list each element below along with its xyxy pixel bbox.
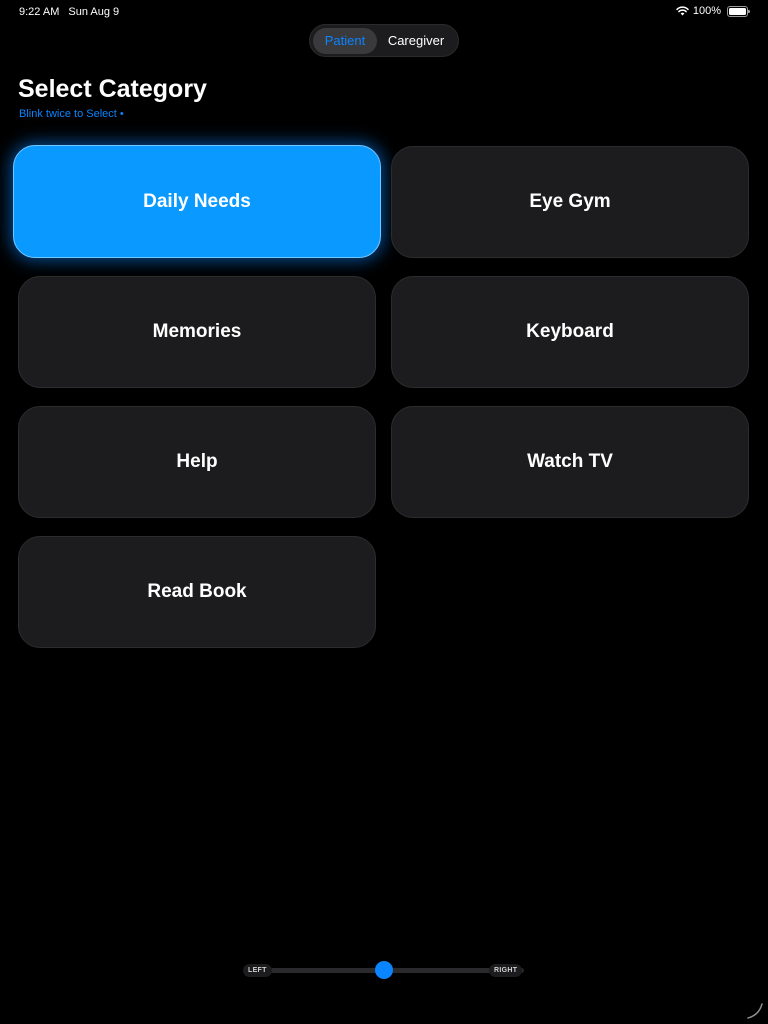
category-watch-tv[interactable]: Watch TV [391, 406, 749, 518]
category-memories[interactable]: Memories [18, 276, 376, 388]
battery-icon [727, 5, 750, 17]
mode-segmented-control: Patient Caregiver [309, 24, 459, 57]
wifi-icon [676, 6, 689, 16]
page-subtitle: Blink twice to Select • [19, 108, 124, 120]
segment-patient[interactable]: Patient [313, 27, 377, 54]
status-left: 9:22 AM Sun Aug 9 [19, 6, 119, 18]
status-date: Sun Aug 9 [68, 6, 120, 18]
resize-handle-icon [747, 1003, 763, 1019]
category-daily-needs[interactable]: Daily Needs [13, 145, 381, 258]
segment-caregiver[interactable]: Caregiver [377, 28, 455, 54]
gaze-slider-right-label: RIGHT [489, 964, 523, 977]
gaze-slider-thumb[interactable] [375, 961, 393, 979]
gaze-slider-left-label: LEFT [243, 964, 272, 977]
page-title: Select Category [18, 75, 207, 103]
category-help[interactable]: Help [18, 406, 376, 518]
status-time: 9:22 AM [19, 6, 60, 18]
status-bar: 9:22 AM Sun Aug 9 100% [0, 0, 768, 24]
battery-percentage: 100% [692, 5, 721, 17]
category-read-book[interactable]: Read Book [18, 536, 376, 648]
category-eye-gym[interactable]: Eye Gym [391, 146, 749, 258]
status-right: 100% [676, 5, 750, 17]
category-keyboard[interactable]: Keyboard [391, 276, 749, 388]
